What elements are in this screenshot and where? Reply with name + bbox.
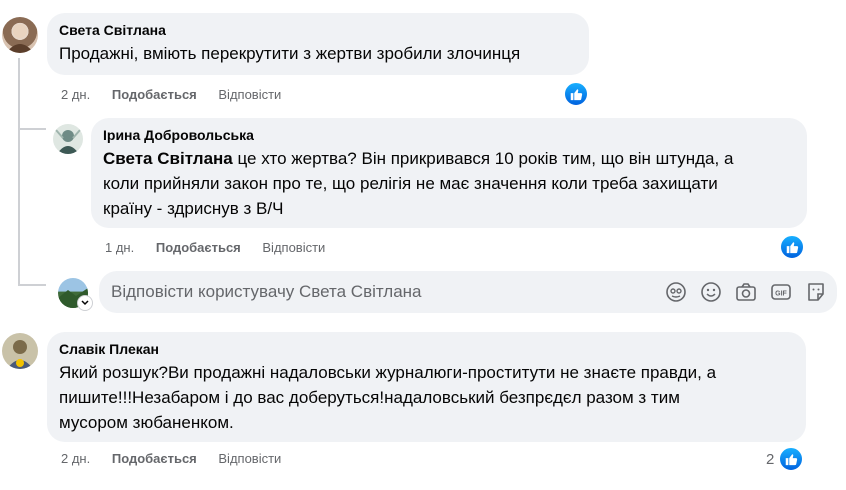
like-button[interactable]: Подобається xyxy=(112,87,197,102)
comment-time[interactable]: 2 дн. xyxy=(61,451,90,466)
comment-bubble: Ірина Добровольська Света Світлана це хт… xyxy=(91,118,807,228)
reaction-count[interactable]: 2 xyxy=(766,451,774,468)
reply-input[interactable]: Відповісти користувачу Света Світлана GI… xyxy=(99,271,837,313)
comment-text-line: пишите!!!Незабаром і до вас доберуться!н… xyxy=(59,388,680,407)
avatar-icon xyxy=(55,129,81,154)
reply-button[interactable]: Відповісти xyxy=(262,240,325,255)
like-button[interactable]: Подобається xyxy=(112,451,197,466)
comment-bubble: Славік Плекан Який розшук?Ви продажні на… xyxy=(47,332,806,442)
like-reaction-icon[interactable] xyxy=(563,81,589,107)
comment-meta: 2 дн. Подобається Відповісти xyxy=(61,87,299,103)
sticker-icon[interactable] xyxy=(805,281,827,303)
comment-text: Який розшук?Ви продажні надаловськи журн… xyxy=(59,360,794,435)
comment-author[interactable]: Света Світлана xyxy=(59,21,577,39)
avatar[interactable] xyxy=(2,333,38,369)
comment-text-line: це хто жертва? Він прикривався 10 років … xyxy=(232,149,734,168)
comment-author[interactable]: Ірина Добровольська xyxy=(103,126,795,144)
thread-line-branch-2 xyxy=(18,284,46,286)
comment-time[interactable]: 1 дн. xyxy=(105,240,134,255)
comment-bubble: Света Світлана Продажні, вміють перекрут… xyxy=(47,13,589,75)
comment-time[interactable]: 2 дн. xyxy=(61,87,90,102)
camera-icon[interactable] xyxy=(735,281,757,303)
comment-text-line: коли прийняли закон про те, що релігія н… xyxy=(103,174,718,193)
comment-author[interactable]: Славік Плекан xyxy=(59,340,794,358)
reply-placeholder: Відповісти користувачу Света Світлана xyxy=(111,282,422,301)
reply-button[interactable]: Відповісти xyxy=(218,87,281,102)
comment-text-line: країну - здриснув з В/Ч xyxy=(103,199,284,218)
gif-icon[interactable]: GIF xyxy=(770,281,792,303)
comment-meta: 2 дн. Подобається Відповісти xyxy=(61,451,299,467)
avatar-icon xyxy=(6,24,34,53)
like-reaction-icon[interactable] xyxy=(778,446,804,472)
thread-line-vertical xyxy=(18,58,20,284)
avatar-icon xyxy=(7,340,33,369)
reply-button[interactable]: Відповісти xyxy=(218,451,281,466)
comment-text-line: мусором зюбаненком. xyxy=(59,413,234,432)
avatar-sticker-icon[interactable] xyxy=(665,281,687,303)
svg-text:GIF: GIF xyxy=(775,291,787,298)
mention-link[interactable]: Света Світлана xyxy=(103,149,233,168)
emoji-icon[interactable] xyxy=(700,281,722,303)
like-button[interactable]: Подобається xyxy=(156,240,241,255)
comment-text: Света Світлана це хто жертва? Він прикри… xyxy=(103,146,795,221)
chevron-down-icon[interactable] xyxy=(77,295,93,311)
like-reaction-icon[interactable] xyxy=(779,234,805,260)
comment-text-line: Який розшук?Ви продажні надаловськи журн… xyxy=(59,363,717,382)
thread-line-branch-1 xyxy=(18,128,46,130)
avatar[interactable] xyxy=(53,124,83,154)
avatar[interactable] xyxy=(2,17,38,53)
comment-meta: 1 дн. Подобається Відповісти xyxy=(105,240,343,256)
comment-text: Продажні, вміють перекрутити з жертви зр… xyxy=(59,44,521,63)
